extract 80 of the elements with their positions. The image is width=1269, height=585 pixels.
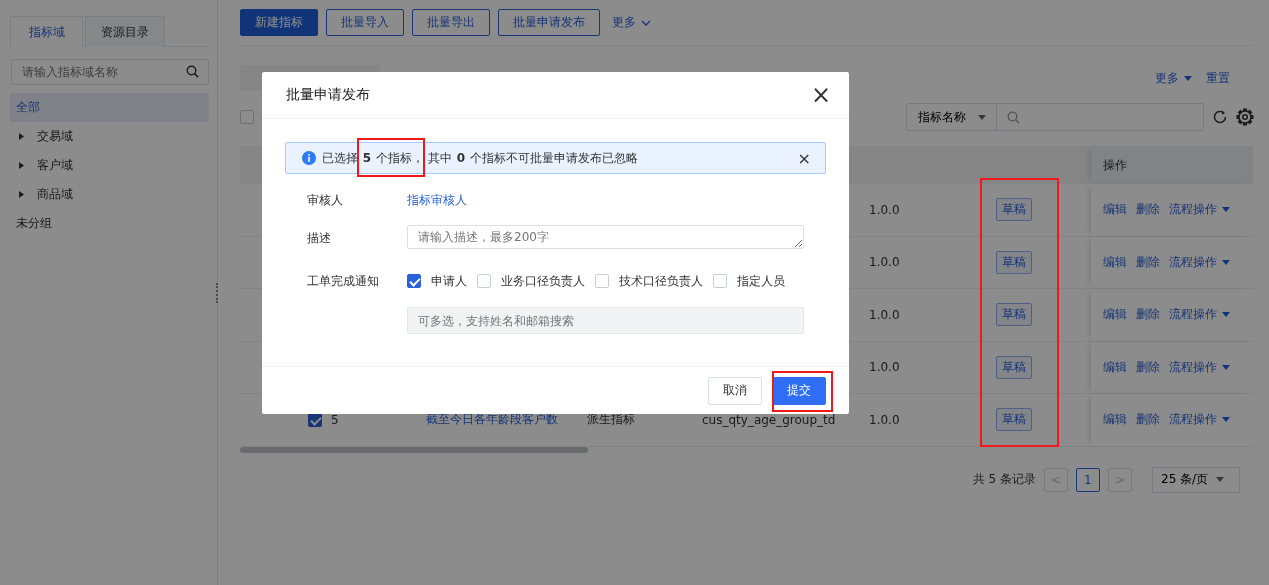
description-field[interactable]: 请输入描述，最多200字 [407, 225, 804, 249]
submit-button[interactable]: 提交 [772, 376, 826, 405]
status-tag: 草稿 [996, 198, 1032, 222]
status-tag: 草稿 [996, 408, 1032, 432]
checkbox-label: 技术口径负责人 [619, 272, 703, 290]
caret-down-icon [1222, 364, 1230, 370]
record-count: 共 5 条记录 [972, 471, 1036, 488]
action-link[interactable]: 编辑 [1103, 201, 1127, 219]
action-link[interactable]: 编辑 [1103, 253, 1127, 271]
action-link[interactable]: 删除 [1136, 358, 1160, 376]
action-link[interactable]: 删除 [1136, 253, 1160, 271]
action-link[interactable]: 流程操作 [1169, 358, 1230, 376]
scrollbar-thumb[interactable] [240, 446, 588, 453]
table-cell: 派生指标 [587, 411, 635, 429]
action-link[interactable]: 删除 [1136, 201, 1160, 219]
action-link[interactable]: 流程操作 [1169, 253, 1230, 271]
page-button[interactable]: 1 [1075, 467, 1100, 492]
caret-down-icon [1222, 312, 1230, 318]
select-all-checkbox[interactable] [240, 110, 254, 124]
checkbox[interactable] [407, 274, 421, 288]
checkbox-label: 指定人员 [737, 272, 785, 290]
toolbar-button[interactable]: 新建指标 [240, 9, 318, 36]
more-link[interactable]: 更多 [1155, 69, 1192, 87]
tree-item[interactable]: 未分组 [10, 209, 209, 238]
table-cell: 1.0.0 [869, 412, 900, 427]
tab[interactable]: 资源目录 [85, 16, 165, 47]
tree-item[interactable]: 交易域 [10, 122, 209, 151]
tree-item[interactable]: 客户域 [10, 151, 209, 180]
field-label: 审核人 [306, 191, 344, 209]
checkbox-label: 申请人 [431, 272, 467, 290]
action-link[interactable]: 编辑 [1103, 358, 1127, 376]
page-size-select[interactable]: 25 条/页 [1152, 466, 1240, 493]
tree-item[interactable]: 商品域 [10, 180, 209, 209]
action-link[interactable]: 流程操作 [1169, 306, 1230, 324]
dialog-title: 批量申请发布 [286, 86, 370, 104]
reviewer-link[interactable]: 指标审核人 [407, 192, 467, 207]
close-button[interactable]: × [810, 83, 831, 107]
status-tag: 草稿 [996, 303, 1032, 327]
action-link[interactable]: 编辑 [1103, 411, 1127, 429]
toolbar-button[interactable]: 批量申请发布 [498, 9, 600, 36]
close-button[interactable]: × [797, 148, 811, 168]
more-link[interactable]: 更多 [608, 9, 655, 36]
search-icon [186, 65, 199, 78]
column-header: 操作 [1103, 156, 1127, 174]
action-link[interactable]: 删除 [1136, 411, 1160, 429]
action-link[interactable]: 删除 [1136, 306, 1160, 324]
caret-down-icon [1216, 477, 1225, 482]
caret-down-icon [1222, 417, 1230, 423]
highlight-box [357, 138, 425, 177]
action-link[interactable]: 编辑 [1103, 306, 1127, 324]
field-label: 描述 [306, 230, 332, 247]
settings-icon [1236, 108, 1254, 126]
cancel-button[interactable]: 取消 [708, 376, 762, 405]
info-icon [302, 151, 316, 165]
highlight-box [772, 371, 833, 412]
status-tag: 草稿 [996, 250, 1032, 274]
checkbox-label: 业务口径负责人 [501, 272, 585, 290]
refresh-icon [1212, 109, 1228, 125]
toolbar-button[interactable]: 批量导入 [326, 9, 404, 36]
search-field[interactable]: 请输入指标域名称 [11, 59, 209, 85]
caret-down-icon [1184, 75, 1192, 81]
alert-message: 已选择 5 个指标， 其中 0 个指标不可批量申请发布已忽略 [322, 149, 639, 167]
tab[interactable]: 指标域 [10, 16, 83, 47]
table-cell: cus_qty_age_group_td [702, 412, 836, 427]
reset-link[interactable]: 重置 [1206, 69, 1230, 87]
tree-item[interactable]: 全部 [10, 93, 209, 122]
action-link[interactable]: 流程操作 [1169, 411, 1230, 429]
caret-down-icon [1222, 207, 1230, 213]
chevron-down-icon [641, 19, 651, 26]
table-cell: 1.0.0 [869, 255, 900, 270]
field-label: 工单完成通知 [306, 272, 380, 290]
table-cell: 1.0.0 [869, 307, 900, 322]
table-cell: 1.0.0 [869, 360, 900, 375]
action-link[interactable]: 流程操作 [1169, 201, 1230, 219]
table-cell: 1.0.0 [869, 202, 900, 217]
resize-handle[interactable] [216, 282, 219, 303]
status-tag: 草稿 [996, 355, 1032, 379]
caret-down-icon [1222, 259, 1230, 265]
table-cell: 5 [331, 412, 339, 427]
toolbar-button[interactable]: 批量导出 [412, 9, 490, 36]
